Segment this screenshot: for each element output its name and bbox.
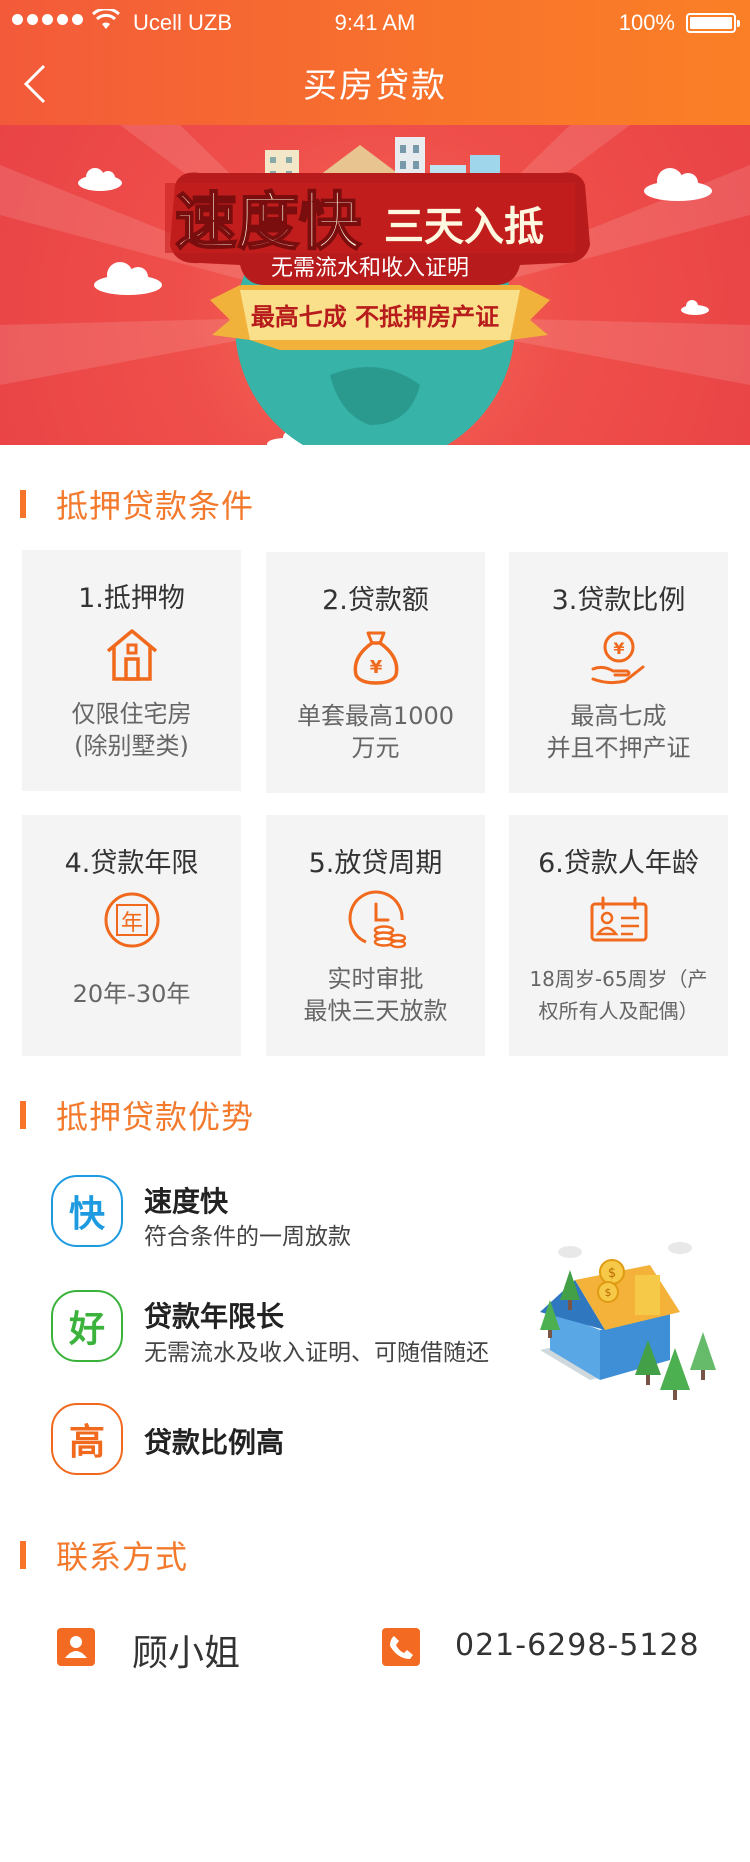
battery-icon (686, 13, 740, 33)
card-desc: 20年-30年 (72, 980, 191, 1008)
svg-text:¥: ¥ (613, 639, 624, 658)
svg-text:¥: ¥ (369, 657, 382, 678)
heading-accent-bar (20, 1541, 26, 1569)
condition-card-term: 4.贷款年限 年 20年-30年 (22, 815, 241, 1056)
contact-phone[interactable]: 021-6298-5128 (455, 1628, 700, 1663)
advantage-desc-term: 无需流水及收入证明、可随借随还 (144, 1340, 489, 1366)
banner-ribbon-text: 最高七成 不抵押房产证 (251, 303, 499, 331)
svg-text:年: 年 (120, 911, 142, 936)
id-card-icon (590, 896, 647, 942)
card-title: 6.贷款人年龄 (538, 848, 699, 879)
condition-card-ratio: 3.贷款比例 ¥ 最高七成 并且不押产证 (509, 552, 728, 793)
person-icon (57, 1628, 95, 1666)
banner-headline-small: 三天入抵 (384, 204, 544, 250)
status-bar: Ucell UZB 9:41 AM 100% (0, 0, 750, 46)
heading-accent-bar (20, 490, 26, 518)
heading-accent-bar (20, 1101, 26, 1129)
phone-icon[interactable] (382, 1628, 420, 1666)
condition-card-collateral: 1.抵押物 仅限住宅房 (除别墅类) (22, 550, 241, 791)
advantage-title-term: 贷款年限长 (144, 1300, 285, 1333)
house-coins-illustration: $ $ (540, 1242, 716, 1400)
battery-percent: 100% (618, 10, 675, 35)
card-desc: 单套最高1000 万元 (296, 702, 455, 762)
advantages-heading-text: 抵押贷款优势 (56, 1098, 255, 1136)
card-title: 4.贷款年限 (64, 848, 199, 879)
contact-heading-text: 联系方式 (56, 1538, 189, 1576)
banner-subline: 无需流水和收入证明 (271, 256, 469, 281)
contact-heading: 联系方式 (20, 1535, 189, 1576)
conditions-heading-text: 抵押贷款条件 (56, 487, 255, 525)
condition-card-age: 6.贷款人年龄 18周岁-65周岁（产 权所有人及配偶） (509, 815, 728, 1056)
advantages-heading: 抵押贷款优势 (20, 1095, 255, 1136)
promo-banner[interactable]: 速度快 三天入抵 无需流水和收入证明 最高七成 不抵押房产证 (0, 125, 750, 445)
hand-coin-icon: ¥ (591, 631, 644, 685)
card-desc: 最高七成 并且不押产证 (546, 702, 691, 762)
year-icon: 年 (104, 892, 159, 948)
condition-card-amount: 2.贷款额 ¥ 单套最高1000 万元 (266, 552, 485, 793)
card-title: 2.贷款额 (322, 585, 429, 616)
card-desc: 仅限住宅房 (除别墅类) (71, 700, 192, 760)
svg-text:$: $ (605, 1286, 612, 1299)
conditions-heading: 抵押贷款条件 (20, 484, 255, 525)
card-desc: 实时审批 最快三天放款 (303, 965, 448, 1025)
advantage-title-ratio: 贷款比例高 (144, 1426, 285, 1459)
banner-headline-big: 速度快 (175, 185, 362, 258)
card-title: 1.抵押物 (78, 583, 185, 614)
advantage-desc-fast: 符合条件的一周放款 (144, 1224, 351, 1250)
top-bar: Ucell UZB 9:41 AM 100% 买房贷款 (0, 0, 750, 125)
good-badge-icon: 好 (51, 1290, 123, 1362)
clock-coins-icon (348, 890, 406, 949)
advantage-title-fast: 速度快 (144, 1185, 229, 1218)
contact-name: 顾小姐 (132, 1633, 241, 1674)
page-title: 买房贷款 (303, 66, 447, 106)
house-icon (106, 629, 157, 681)
card-title: 3.贷款比例 (551, 585, 686, 616)
condition-card-cycle: 5.放贷周期 实时审批 最快三天放款 (266, 815, 485, 1056)
fast-badge-icon: 快 (51, 1175, 123, 1247)
card-desc: 18周岁-65周岁（产 权所有人及配偶） (529, 967, 708, 1023)
banner-illustration: 速度快 三天入抵 无需流水和收入证明 最高七成 不抵押房产证 (0, 125, 750, 445)
card-title: 5.放贷周期 (308, 848, 443, 879)
high-badge-icon: 高 (51, 1403, 123, 1475)
svg-text:$: $ (608, 1266, 616, 1281)
money-bag-icon: ¥ (353, 631, 398, 685)
